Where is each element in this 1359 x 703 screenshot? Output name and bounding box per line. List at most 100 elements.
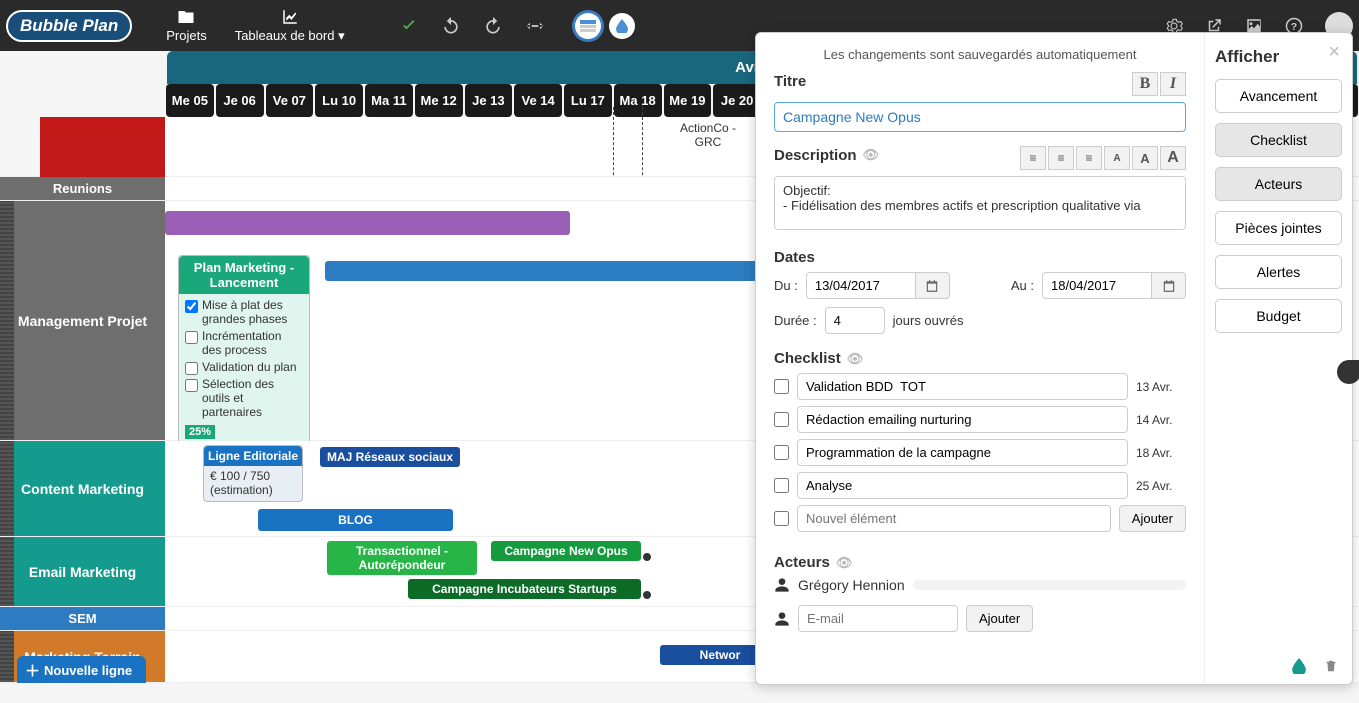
day-cell[interactable]: Je 20 [713,84,761,117]
font-large-icon[interactable]: A [1160,146,1186,170]
view-gantt-icon[interactable] [575,13,601,39]
checklist-add-button[interactable]: Ajouter [1119,505,1186,532]
display-option-button[interactable]: Pièces jointes [1215,211,1342,245]
row-content[interactable]: Content Marketing [0,441,165,536]
display-option-button[interactable]: Alertes [1215,255,1342,289]
bold-icon[interactable]: B [1132,72,1158,96]
title-input[interactable] [774,102,1186,132]
add-row-button[interactable]: ＋Nouvelle ligne [17,656,146,683]
autosave-notice: Les changements sont sauvegardés automat… [774,47,1186,62]
checklist-checkbox[interactable] [774,511,789,526]
card-item-text: Mise à plat des grandes phases [202,298,303,327]
nav-dashboards[interactable]: Tableaux de bord ▾ [235,8,345,44]
nav-projects[interactable]: Projets [166,8,206,43]
checklist-text-input[interactable] [797,472,1128,499]
card-checkbox[interactable] [185,331,198,344]
task-maj-reseaux[interactable]: MAJ Réseaux sociaux [320,447,460,467]
checklist-checkbox[interactable] [774,478,789,493]
task-incubateurs[interactable]: Campagne Incubateurs Startups [408,579,641,599]
card-ligne-editoriale[interactable]: Ligne Editoriale € 100 / 750 (estimation… [203,445,303,502]
align-left-icon[interactable]: ≡ [1020,146,1046,170]
checklist-new-input[interactable] [797,505,1111,532]
check-icon[interactable] [399,16,419,36]
checklist-date: 18 Avr. [1136,446,1186,460]
task-blog[interactable]: BLOG [258,509,453,531]
actor-email-input[interactable] [798,605,958,632]
date-to-input[interactable] [1042,272,1152,299]
display-option-button[interactable]: Avancement [1215,79,1342,113]
calendar-icon[interactable] [916,272,950,299]
duration-unit: jours ouvrés [893,313,964,328]
row-handle[interactable] [0,631,14,682]
row-email[interactable]: Email Marketing [0,537,165,606]
toolbar-icons [399,16,545,36]
day-cell[interactable]: Je 13 [465,84,513,117]
eye-off-icon[interactable]: 👁 [847,351,864,367]
checklist-checkbox[interactable] [774,412,789,427]
description-input[interactable] [774,176,1186,230]
drop-icon[interactable] [1292,658,1306,674]
row-sem[interactable]: SEM [0,607,165,630]
checklist-date: 14 Avr. [1136,413,1186,427]
align-center-icon[interactable]: ≡ [1048,146,1074,170]
task-campagne-opus[interactable]: Campagne New Opus [491,541,641,561]
row-handle[interactable] [0,201,14,440]
checklist-text-input[interactable] [797,439,1128,466]
day-cell[interactable]: Me 12 [415,84,463,117]
task-red-block[interactable] [40,117,165,177]
day-cell[interactable]: Me 05 [166,84,214,117]
card-title: Plan Marketing - Lancement [179,256,309,294]
row-handle[interactable] [0,537,14,606]
italic-icon[interactable]: I [1160,72,1186,96]
checklist-text-input[interactable] [797,373,1128,400]
task-transactionnel[interactable]: Transactionnel - Autorépondeur [327,541,477,575]
task-purple[interactable] [165,211,570,235]
font-small-icon[interactable]: A [1104,146,1130,170]
display-option-button[interactable]: Budget [1215,299,1342,333]
day-cell[interactable]: Ve 14 [514,84,562,117]
checklist-checkbox[interactable] [774,445,789,460]
display-option-button[interactable]: Acteurs [1215,167,1342,201]
row-reunions[interactable]: Reunions [0,177,165,200]
card-checkbox[interactable] [185,362,198,375]
font-medium-icon[interactable]: A [1132,146,1158,170]
display-label: Afficher [1215,47,1342,67]
day-cell[interactable]: Lu 17 [564,84,612,117]
row-handle[interactable] [0,441,14,536]
align-right-icon[interactable]: ≡ [1076,146,1102,170]
eye-off-icon[interactable]: 👁 [863,147,880,163]
day-cell[interactable]: Ma 18 [614,84,662,117]
date-from-input[interactable] [806,272,916,299]
actors-label: Acteurs 👁 [774,554,1186,571]
day-cell[interactable]: Ve 07 [266,84,314,117]
trash-icon[interactable] [1324,658,1338,674]
redo-icon[interactable] [483,16,503,36]
view-drop-icon[interactable] [609,13,635,39]
checklist-date: 13 Avr. [1136,380,1186,394]
title-label: Titre [774,73,806,90]
row-management[interactable]: Management Projet [0,201,165,440]
display-option-button[interactable]: Checklist [1215,123,1342,157]
checklist-checkbox[interactable] [774,379,789,394]
day-cell[interactable]: Me 19 [664,84,712,117]
duration-input[interactable] [825,307,885,334]
checklist-date: 25 Avr. [1136,479,1186,493]
card-item-text: Validation du plan [202,360,297,374]
fit-width-icon[interactable] [525,16,545,36]
day-cell[interactable]: Ma 11 [365,84,413,117]
chat-icon[interactable] [1337,360,1359,384]
card-budget: € 100 / 750 (estimation) [210,469,296,497]
card-plan-marketing[interactable]: Plan Marketing - Lancement Mise à plat d… [178,255,310,446]
card-checkbox[interactable] [185,300,198,313]
milestone-actionco[interactable]: ActionCo - GRC [668,121,748,149]
card-checkbox[interactable] [185,379,198,392]
day-cell[interactable]: Je 06 [216,84,264,117]
checklist-text-input[interactable] [797,406,1128,433]
actor-add-button[interactable]: Ajouter [966,605,1033,632]
view-mode-switch [575,13,635,39]
eye-off-icon[interactable]: 👁 [836,555,853,571]
nav-dashboards-label: Tableaux de bord ▾ [235,28,345,44]
calendar-icon[interactable] [1152,272,1186,299]
undo-icon[interactable] [441,16,461,36]
day-cell[interactable]: Lu 10 [315,84,363,117]
